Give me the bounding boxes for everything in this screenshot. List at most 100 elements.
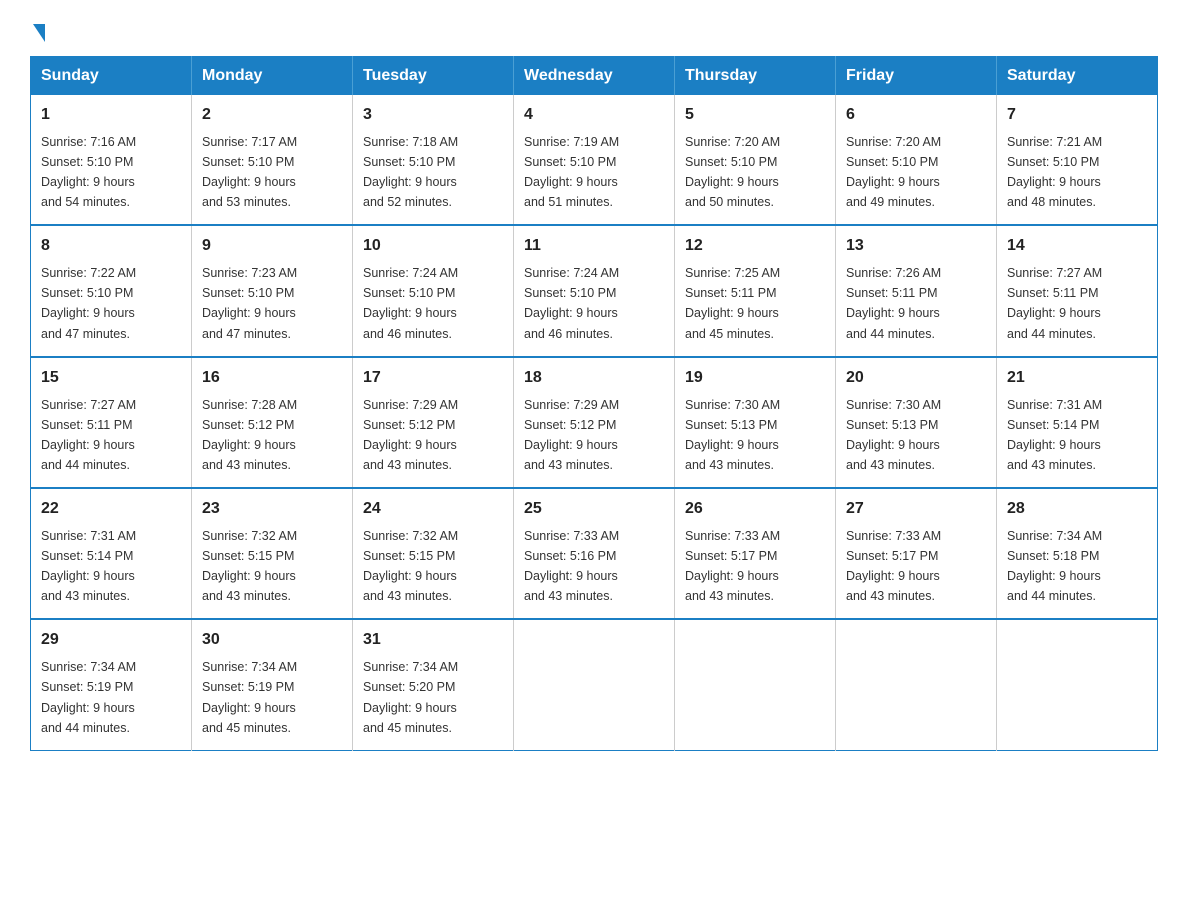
day-info: Sunrise: 7:23 AMSunset: 5:10 PMDaylight:… (202, 266, 297, 340)
calendar-cell: 30 Sunrise: 7:34 AMSunset: 5:19 PMDaylig… (192, 619, 353, 750)
calendar-week-row: 22 Sunrise: 7:31 AMSunset: 5:14 PMDaylig… (31, 488, 1158, 619)
day-info: Sunrise: 7:33 AMSunset: 5:17 PMDaylight:… (685, 529, 780, 603)
day-info: Sunrise: 7:32 AMSunset: 5:15 PMDaylight:… (202, 529, 297, 603)
day-info: Sunrise: 7:32 AMSunset: 5:15 PMDaylight:… (363, 529, 458, 603)
calendar-cell: 9 Sunrise: 7:23 AMSunset: 5:10 PMDayligh… (192, 225, 353, 356)
day-number: 5 (685, 103, 825, 128)
day-info: Sunrise: 7:30 AMSunset: 5:13 PMDaylight:… (685, 398, 780, 472)
day-number: 15 (41, 366, 181, 391)
day-number: 11 (524, 234, 664, 259)
weekday-header-thursday: Thursday (675, 57, 836, 96)
day-number: 9 (202, 234, 342, 259)
calendar-cell: 19 Sunrise: 7:30 AMSunset: 5:13 PMDaylig… (675, 357, 836, 488)
weekday-header-friday: Friday (836, 57, 997, 96)
weekday-header-wednesday: Wednesday (514, 57, 675, 96)
day-info: Sunrise: 7:29 AMSunset: 5:12 PMDaylight:… (363, 398, 458, 472)
calendar-cell: 22 Sunrise: 7:31 AMSunset: 5:14 PMDaylig… (31, 488, 192, 619)
day-info: Sunrise: 7:27 AMSunset: 5:11 PMDaylight:… (1007, 266, 1102, 340)
day-info: Sunrise: 7:34 AMSunset: 5:20 PMDaylight:… (363, 660, 458, 734)
calendar-week-row: 8 Sunrise: 7:22 AMSunset: 5:10 PMDayligh… (31, 225, 1158, 356)
calendar-cell: 15 Sunrise: 7:27 AMSunset: 5:11 PMDaylig… (31, 357, 192, 488)
day-number: 28 (1007, 497, 1147, 522)
calendar-cell: 23 Sunrise: 7:32 AMSunset: 5:15 PMDaylig… (192, 488, 353, 619)
calendar-cell: 5 Sunrise: 7:20 AMSunset: 5:10 PMDayligh… (675, 95, 836, 225)
day-info: Sunrise: 7:25 AMSunset: 5:11 PMDaylight:… (685, 266, 780, 340)
logo (30, 20, 45, 40)
calendar-cell (675, 619, 836, 750)
weekday-header-monday: Monday (192, 57, 353, 96)
calendar-cell: 3 Sunrise: 7:18 AMSunset: 5:10 PMDayligh… (353, 95, 514, 225)
calendar-cell: 26 Sunrise: 7:33 AMSunset: 5:17 PMDaylig… (675, 488, 836, 619)
day-number: 8 (41, 234, 181, 259)
day-info: Sunrise: 7:22 AMSunset: 5:10 PMDaylight:… (41, 266, 136, 340)
day-info: Sunrise: 7:34 AMSunset: 5:18 PMDaylight:… (1007, 529, 1102, 603)
day-info: Sunrise: 7:24 AMSunset: 5:10 PMDaylight:… (524, 266, 619, 340)
day-info: Sunrise: 7:33 AMSunset: 5:16 PMDaylight:… (524, 529, 619, 603)
day-info: Sunrise: 7:20 AMSunset: 5:10 PMDaylight:… (846, 135, 941, 209)
calendar-week-row: 29 Sunrise: 7:34 AMSunset: 5:19 PMDaylig… (31, 619, 1158, 750)
calendar-cell: 1 Sunrise: 7:16 AMSunset: 5:10 PMDayligh… (31, 95, 192, 225)
day-number: 13 (846, 234, 986, 259)
day-number: 22 (41, 497, 181, 522)
day-number: 17 (363, 366, 503, 391)
calendar-week-row: 1 Sunrise: 7:16 AMSunset: 5:10 PMDayligh… (31, 95, 1158, 225)
day-info: Sunrise: 7:31 AMSunset: 5:14 PMDaylight:… (41, 529, 136, 603)
day-info: Sunrise: 7:31 AMSunset: 5:14 PMDaylight:… (1007, 398, 1102, 472)
day-info: Sunrise: 7:33 AMSunset: 5:17 PMDaylight:… (846, 529, 941, 603)
calendar-cell: 8 Sunrise: 7:22 AMSunset: 5:10 PMDayligh… (31, 225, 192, 356)
day-number: 21 (1007, 366, 1147, 391)
calendar-cell: 24 Sunrise: 7:32 AMSunset: 5:15 PMDaylig… (353, 488, 514, 619)
day-info: Sunrise: 7:21 AMSunset: 5:10 PMDaylight:… (1007, 135, 1102, 209)
day-number: 1 (41, 103, 181, 128)
day-number: 25 (524, 497, 664, 522)
day-number: 3 (363, 103, 503, 128)
calendar-cell: 14 Sunrise: 7:27 AMSunset: 5:11 PMDaylig… (997, 225, 1158, 356)
day-number: 4 (524, 103, 664, 128)
calendar-cell: 31 Sunrise: 7:34 AMSunset: 5:20 PMDaylig… (353, 619, 514, 750)
day-info: Sunrise: 7:18 AMSunset: 5:10 PMDaylight:… (363, 135, 458, 209)
day-number: 20 (846, 366, 986, 391)
weekday-header-saturday: Saturday (997, 57, 1158, 96)
day-info: Sunrise: 7:27 AMSunset: 5:11 PMDaylight:… (41, 398, 136, 472)
logo-triangle-icon (33, 24, 45, 42)
day-info: Sunrise: 7:20 AMSunset: 5:10 PMDaylight:… (685, 135, 780, 209)
calendar-cell: 29 Sunrise: 7:34 AMSunset: 5:19 PMDaylig… (31, 619, 192, 750)
calendar-cell (836, 619, 997, 750)
calendar-cell: 28 Sunrise: 7:34 AMSunset: 5:18 PMDaylig… (997, 488, 1158, 619)
day-number: 30 (202, 628, 342, 653)
calendar-cell: 18 Sunrise: 7:29 AMSunset: 5:12 PMDaylig… (514, 357, 675, 488)
day-number: 2 (202, 103, 342, 128)
calendar-cell: 27 Sunrise: 7:33 AMSunset: 5:17 PMDaylig… (836, 488, 997, 619)
calendar-table: SundayMondayTuesdayWednesdayThursdayFrid… (30, 56, 1158, 751)
day-info: Sunrise: 7:34 AMSunset: 5:19 PMDaylight:… (202, 660, 297, 734)
day-number: 7 (1007, 103, 1147, 128)
weekday-header-sunday: Sunday (31, 57, 192, 96)
day-number: 31 (363, 628, 503, 653)
day-number: 14 (1007, 234, 1147, 259)
day-info: Sunrise: 7:17 AMSunset: 5:10 PMDaylight:… (202, 135, 297, 209)
day-info: Sunrise: 7:19 AMSunset: 5:10 PMDaylight:… (524, 135, 619, 209)
day-number: 29 (41, 628, 181, 653)
calendar-cell: 4 Sunrise: 7:19 AMSunset: 5:10 PMDayligh… (514, 95, 675, 225)
day-info: Sunrise: 7:28 AMSunset: 5:12 PMDaylight:… (202, 398, 297, 472)
day-number: 26 (685, 497, 825, 522)
calendar-cell: 6 Sunrise: 7:20 AMSunset: 5:10 PMDayligh… (836, 95, 997, 225)
day-number: 23 (202, 497, 342, 522)
day-number: 6 (846, 103, 986, 128)
calendar-cell (997, 619, 1158, 750)
calendar-cell: 16 Sunrise: 7:28 AMSunset: 5:12 PMDaylig… (192, 357, 353, 488)
page-header (30, 20, 1158, 40)
weekday-header-tuesday: Tuesday (353, 57, 514, 96)
calendar-cell: 7 Sunrise: 7:21 AMSunset: 5:10 PMDayligh… (997, 95, 1158, 225)
day-info: Sunrise: 7:26 AMSunset: 5:11 PMDaylight:… (846, 266, 941, 340)
calendar-cell: 20 Sunrise: 7:30 AMSunset: 5:13 PMDaylig… (836, 357, 997, 488)
calendar-cell: 25 Sunrise: 7:33 AMSunset: 5:16 PMDaylig… (514, 488, 675, 619)
calendar-cell: 17 Sunrise: 7:29 AMSunset: 5:12 PMDaylig… (353, 357, 514, 488)
weekday-header-row: SundayMondayTuesdayWednesdayThursdayFrid… (31, 57, 1158, 96)
day-number: 18 (524, 366, 664, 391)
day-number: 10 (363, 234, 503, 259)
calendar-cell: 2 Sunrise: 7:17 AMSunset: 5:10 PMDayligh… (192, 95, 353, 225)
calendar-cell: 10 Sunrise: 7:24 AMSunset: 5:10 PMDaylig… (353, 225, 514, 356)
day-number: 12 (685, 234, 825, 259)
calendar-week-row: 15 Sunrise: 7:27 AMSunset: 5:11 PMDaylig… (31, 357, 1158, 488)
